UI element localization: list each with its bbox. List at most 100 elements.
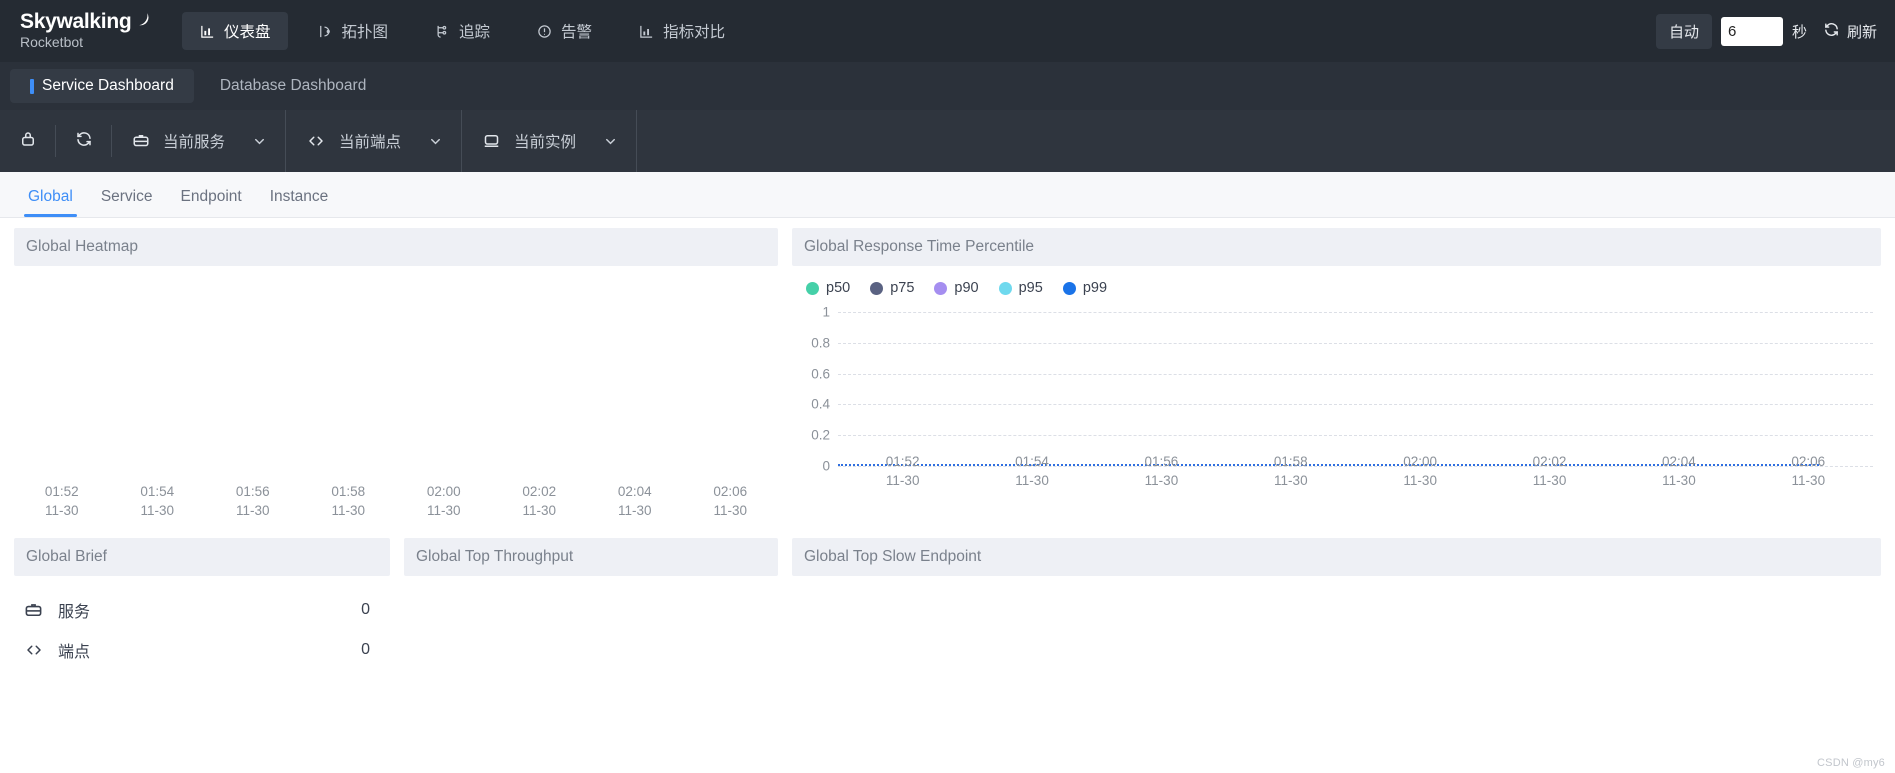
selector-current-service[interactable]: 当前服务 xyxy=(112,110,287,172)
top-slow-endpoint-body xyxy=(792,576,1881,666)
nav-item-alarm[interactable]: 告警 xyxy=(519,12,609,50)
legend-item-p99[interactable]: p99 xyxy=(1062,280,1108,296)
axis-tick-date: 11-30 xyxy=(140,502,175,518)
panel-title: Global Brief xyxy=(14,538,390,576)
percentile-plot-area: 1 0.8 0.6 0.4 0.2 0 01:52 11-30 01:54 11… xyxy=(792,305,1873,490)
reload-icon xyxy=(75,130,93,153)
refresh-unit-label: 秒 xyxy=(1791,23,1807,41)
axis-tick-date: 11-30 xyxy=(235,502,270,518)
selector-current-instance[interactable]: 当前实例 xyxy=(462,110,638,172)
axis-tick: 02:00 11-30 xyxy=(396,482,492,520)
axis-tick-time: 02:02 xyxy=(522,483,557,499)
lock-button[interactable] xyxy=(0,110,55,172)
selector-label: 当前实例 xyxy=(514,134,577,151)
axis-tick: 02:02 11-30 xyxy=(492,482,588,520)
axis-tick-time: 01:56 xyxy=(235,483,270,499)
axis-tick-date: 11-30 xyxy=(1662,472,1696,488)
dashboard-tab-label: Service Dashboard xyxy=(42,77,174,94)
nav-item-compare[interactable]: 指标对比 xyxy=(621,12,742,50)
lock-icon xyxy=(19,130,37,153)
selector-current-endpoint[interactable]: 当前端点 xyxy=(286,110,463,172)
nav-item-label: 仪表盘 xyxy=(224,24,271,41)
axis-tick-date: 11-30 xyxy=(331,502,366,518)
service-icon xyxy=(24,601,58,620)
percentile-y-axis: 1 0.8 0.6 0.4 0.2 0 xyxy=(792,305,834,474)
legend-label: p50 xyxy=(826,280,851,296)
legend-item-p90[interactable]: p90 xyxy=(934,280,979,296)
panel-title: Global Response Time Percentile xyxy=(792,228,1881,266)
sub-tab-endpoint[interactable]: Endpoint xyxy=(167,188,256,217)
sub-tab-bar: Global Service Endpoint Instance xyxy=(0,172,1895,218)
brief-list: 服务 0 端点 0 xyxy=(14,576,390,670)
heatmap-chart[interactable]: 01:52 11-30 01:54 11-30 01:56 11-30 01:5… xyxy=(14,266,778,534)
legend-color-swatch xyxy=(870,281,884,295)
refresh-icon xyxy=(1823,21,1840,42)
percentile-chart[interactable]: p50 p75 p90 p95 p99 1 0.8 0.6 0.4 0.2 0 … xyxy=(792,266,1881,534)
trace-icon xyxy=(434,23,450,39)
axis-tick-date: 11-30 xyxy=(713,502,748,518)
axis-tick-date: 11-30 xyxy=(522,502,557,518)
brief-row-value: 0 xyxy=(361,641,370,658)
top-header: Skywalking Rocketbot 仪表盘 拓扑图 追踪 告警 指标对比 … xyxy=(0,0,1895,62)
selector-label: 当前服务 xyxy=(163,134,226,151)
sub-tab-label: Global xyxy=(28,188,73,205)
sub-tab-instance[interactable]: Instance xyxy=(256,188,343,217)
y-axis-tick: 0.4 xyxy=(811,396,830,412)
top-throughput-body xyxy=(404,576,778,666)
selector-label: 当前端点 xyxy=(339,134,402,151)
legend-item-p75[interactable]: p75 xyxy=(870,280,914,296)
legend-label: p99 xyxy=(1082,280,1108,296)
legend-label: p90 xyxy=(954,280,979,296)
axis-tick-time: 02:04 xyxy=(617,483,652,499)
nav-item-label: 指标对比 xyxy=(663,24,726,41)
axis-tick-time: 02:06 xyxy=(1791,453,1826,469)
chevron-down-icon[interactable] xyxy=(414,134,443,149)
panel-title: Global Top Throughput xyxy=(404,538,778,576)
axis-tick-time: 02:02 xyxy=(1532,453,1567,469)
chart-legend: p50 p75 p90 p95 p99 xyxy=(792,266,1881,296)
legend-item-p50[interactable]: p50 xyxy=(806,280,850,296)
axis-tick-date: 11-30 xyxy=(885,472,920,488)
compare-icon xyxy=(638,23,654,39)
legend-label: p95 xyxy=(1018,280,1043,296)
sub-tab-global[interactable]: Global xyxy=(14,188,87,217)
gridline xyxy=(838,312,1873,313)
nav-item-trace[interactable]: 追踪 xyxy=(417,12,507,50)
refresh-interval-input[interactable] xyxy=(1720,16,1783,46)
axis-tick-time: 02:00 xyxy=(1403,453,1438,469)
reload-button[interactable] xyxy=(56,110,111,172)
axis-tick: 02:06 11-30 xyxy=(683,482,779,520)
dashboard-tab-label: Database Dashboard xyxy=(219,77,367,94)
brand-name: Skywalking xyxy=(20,11,160,33)
axis-tick-date: 11-30 xyxy=(1144,472,1179,488)
brief-row-value: 0 xyxy=(361,601,370,618)
sub-tab-label: Service xyxy=(100,188,153,205)
dashboard-tab-database[interactable]: Database Dashboard xyxy=(200,69,387,103)
axis-tick: 01:52 11-30 xyxy=(14,482,110,520)
nav-item-topology[interactable]: 拓扑图 xyxy=(300,12,406,50)
axis-tick-time: 01:56 xyxy=(1144,453,1179,469)
auto-refresh-button[interactable]: 自动 xyxy=(1655,13,1712,49)
refresh-button-label: 刷新 xyxy=(1846,23,1877,41)
nav-item-dashboard[interactable]: 仪表盘 xyxy=(182,12,288,50)
sub-tab-service[interactable]: Service xyxy=(87,188,167,217)
instance-icon xyxy=(482,132,501,150)
panel-title: Global Heatmap xyxy=(14,228,778,266)
dashboard-content: Global Heatmap 01:52 11-30 01:54 11-30 0… xyxy=(0,218,1895,670)
gridline xyxy=(838,435,1873,437)
refresh-button[interactable]: 刷新 xyxy=(1823,21,1877,42)
chevron-down-icon[interactable] xyxy=(589,134,618,149)
nav-item-label: 追踪 xyxy=(459,24,491,41)
brand-logo[interactable]: Skywalking Rocketbot xyxy=(20,11,160,51)
dashboard-tab-service[interactable]: Service Dashboard xyxy=(10,69,194,103)
brand-subtitle: Rocketbot xyxy=(20,34,84,51)
chevron-down-icon[interactable] xyxy=(238,134,267,149)
chart-bar-icon xyxy=(199,23,215,39)
panel-title: Global Top Slow Endpoint xyxy=(792,538,1881,576)
axis-tick-time: 01:52 xyxy=(44,483,79,499)
legend-item-p95[interactable]: p95 xyxy=(998,280,1043,296)
sub-tab-label: Endpoint xyxy=(180,188,242,205)
panel-global-top-slow-endpoint: Global Top Slow Endpoint xyxy=(792,538,1881,670)
endpoint-icon xyxy=(306,132,326,150)
axis-tick-time: 02:06 xyxy=(713,483,748,499)
